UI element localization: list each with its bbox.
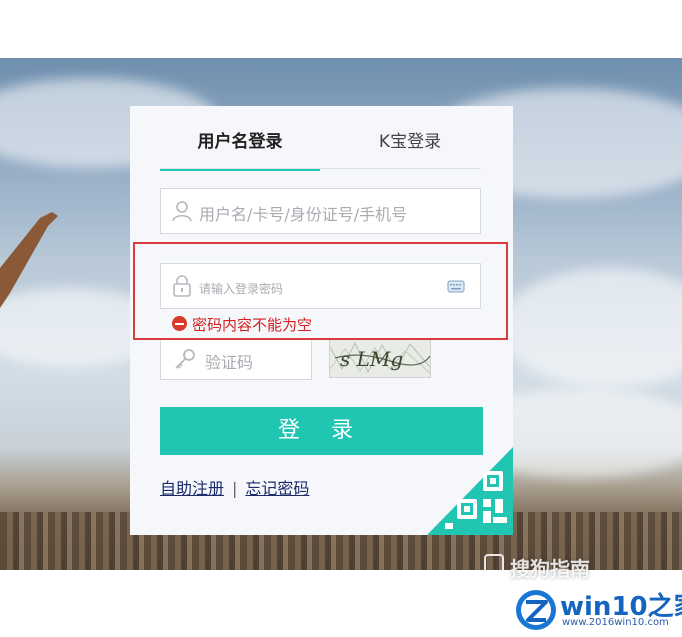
site-logo: win10之家 www.2016win10.com <box>512 586 682 634</box>
username-input[interactable]: 用户名/卡号/身份证号/手机号 <box>160 188 481 234</box>
arm-silhouette <box>0 212 58 308</box>
qr-code-icon[interactable] <box>427 447 513 535</box>
tab-divider <box>160 168 481 169</box>
forgot-password-link[interactable]: 忘记密码 <box>245 479 309 498</box>
win10-logo-icon <box>516 590 556 630</box>
captcha-input[interactable]: 验证码 <box>160 338 312 380</box>
captcha-image[interactable]: s LMg <box>329 338 431 378</box>
error-highlight-box <box>133 242 508 340</box>
auxiliary-links: 自助注册 | 忘记密码 <box>160 475 309 499</box>
sogou-logo-icon <box>484 554 504 574</box>
tab-username-login[interactable]: 用户名登录 <box>160 128 320 171</box>
captcha-text: s LMg <box>340 347 403 371</box>
username-placeholder: 用户名/卡号/身份证号/手机号 <box>199 205 408 224</box>
site-url: www.2016win10.com <box>562 617 669 628</box>
user-icon <box>172 201 192 222</box>
link-separator: | <box>232 479 238 498</box>
key-icon <box>175 349 195 369</box>
captcha-placeholder: 验证码 <box>205 353 254 372</box>
tab-kbao-login[interactable]: K宝登录 <box>345 128 475 168</box>
sogou-watermark-text: 搜狗指南 <box>510 557 590 581</box>
register-link[interactable]: 自助注册 <box>160 479 224 498</box>
sogou-watermark: 搜狗指南 <box>484 553 590 582</box>
